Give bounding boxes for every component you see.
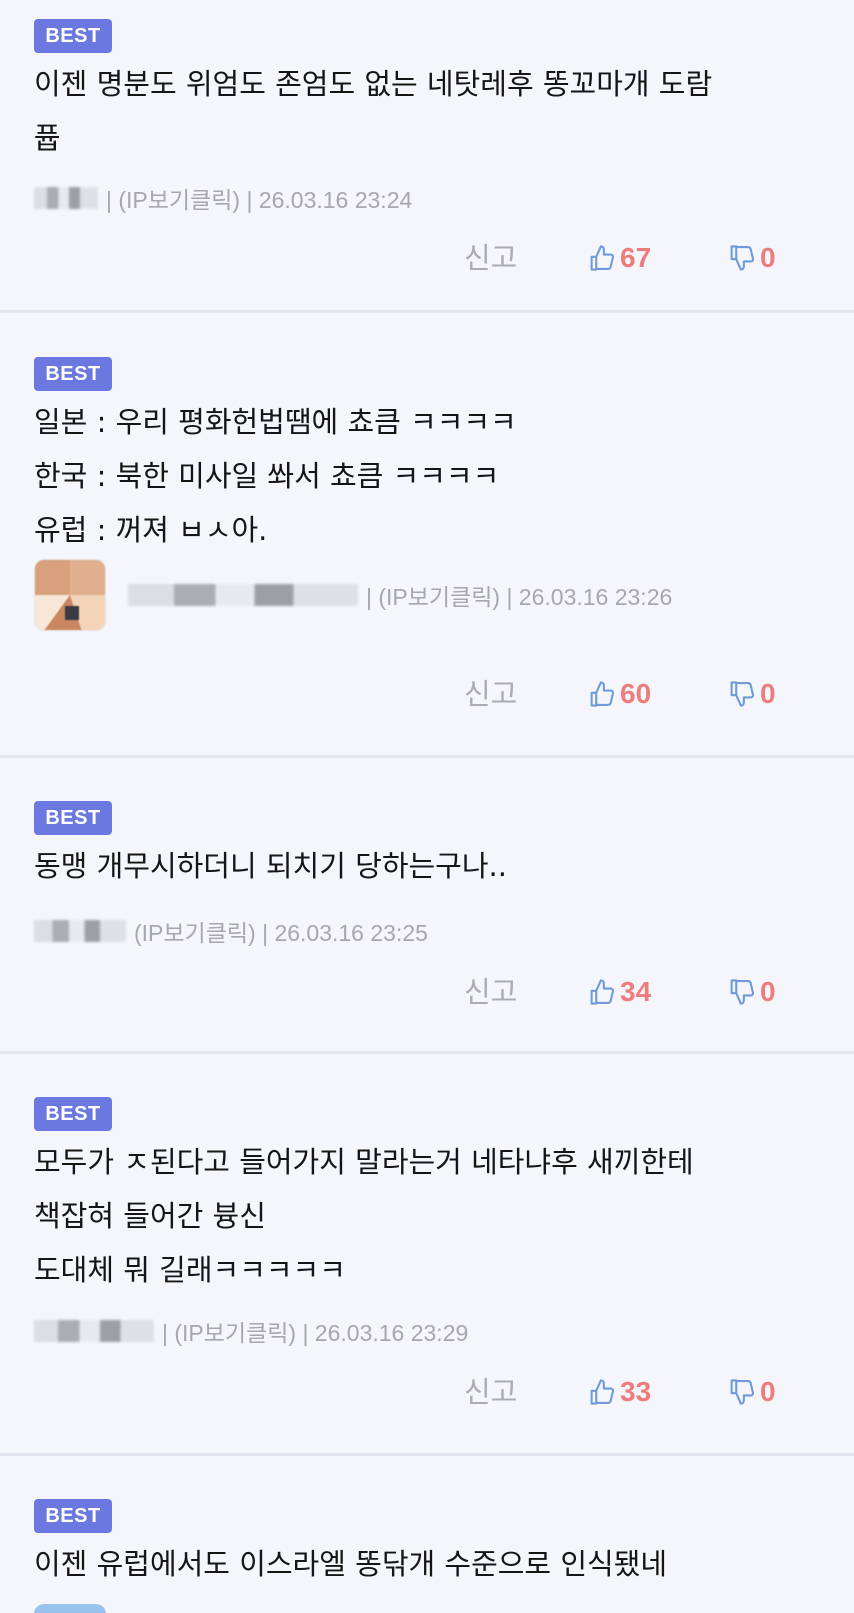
blurred-username xyxy=(34,920,126,942)
comment-meta xyxy=(34,1604,106,1613)
comment-meta: (IP보기클릭) | 26.03.16 23:25 xyxy=(34,911,428,951)
like-count: 33 xyxy=(620,1376,652,1407)
comment-meta-text[interactable]: (IP보기클릭) | 26.03.16 23:25 xyxy=(134,914,428,948)
like-count: 67 xyxy=(620,242,652,273)
thumbs-up-icon xyxy=(590,245,615,271)
user-avatar[interactable] xyxy=(34,1604,106,1613)
comment-actions: 신고 34 0 xyxy=(0,970,854,1014)
dislike-count: 0 xyxy=(760,242,776,273)
comment-meta-text[interactable]: | (IP보기클릭) | 26.03.16 23:24 xyxy=(106,181,412,215)
comment-item: BEST 이젠 명분도 위엄도 존엄도 없는 네탓레후 똥꼬마개 도람 퓹 | … xyxy=(0,0,854,313)
report-button[interactable]: 신고 xyxy=(464,672,517,716)
blurred-username xyxy=(34,1320,154,1342)
comment-item: BEST 이젠 유럽에서도 이스라엘 똥닦개 수준으로 인식됐네 xyxy=(0,1456,854,1613)
comment-list: BEST 이젠 명분도 위엄도 존엄도 없는 네탓레후 똥꼬마개 도람 퓹 | … xyxy=(0,0,854,1613)
thumbs-up-icon xyxy=(590,681,615,707)
like-count: 60 xyxy=(620,678,652,709)
best-badge: BEST xyxy=(34,19,112,53)
blurred-username xyxy=(128,584,358,606)
like-button[interactable]: 60 xyxy=(588,672,651,716)
comment-item: BEST 동맹 개무시하더니 되치기 당하는구나.. (IP보기클릭) | 26… xyxy=(0,758,854,1054)
report-button[interactable]: 신고 xyxy=(464,970,517,1014)
comment-meta: | (IP보기클릭) | 26.03.16 23:24 xyxy=(34,178,412,218)
dislike-button[interactable]: 0 xyxy=(728,672,776,716)
like-button[interactable]: 33 xyxy=(588,1370,651,1414)
comment-body: 이젠 명분도 위엄도 존엄도 없는 네탓레후 똥꼬마개 도람 퓹 xyxy=(34,67,713,155)
like-button[interactable]: 34 xyxy=(588,970,651,1014)
dislike-button[interactable]: 0 xyxy=(728,970,776,1014)
report-button[interactable]: 신고 xyxy=(464,1370,517,1414)
like-count: 34 xyxy=(620,976,652,1007)
thumbs-up-icon xyxy=(590,1379,615,1405)
thumbs-down-icon xyxy=(730,245,755,271)
best-badge: BEST xyxy=(34,357,112,391)
thumbs-down-icon xyxy=(730,979,755,1005)
best-badge: BEST xyxy=(34,801,112,835)
report-button[interactable]: 신고 xyxy=(464,236,517,280)
comment-meta-text[interactable]: | (IP보기클릭) | 26.03.16 23:26 xyxy=(366,578,672,612)
like-button[interactable]: 67 xyxy=(588,236,651,280)
thumbs-up-icon xyxy=(590,979,615,1005)
comment-body: 일본 : 우리 평화헌법땜에 쵸큼 ㅋㅋㅋㅋ 한국 : 북한 미사일 쏴서 쵸큼… xyxy=(34,405,517,547)
comment-meta: | (IP보기클릭) | 26.03.16 23:26 xyxy=(34,558,672,632)
dislike-button[interactable]: 0 xyxy=(728,236,776,280)
comment-actions: 신고 67 0 xyxy=(0,236,854,280)
thumbs-down-icon xyxy=(730,681,755,707)
best-badge: BEST xyxy=(34,1097,112,1131)
comment-actions: 신고 60 0 xyxy=(0,672,854,716)
thumbs-down-icon xyxy=(730,1379,755,1405)
comment-body: 이젠 유럽에서도 이스라엘 똥닦개 수준으로 인식됐네 xyxy=(34,1547,668,1581)
blurred-username xyxy=(34,187,98,209)
comment-item: BEST 모두가 ㅈ된다고 들어가지 말라는거 네타냐후 새끼한테 책잡혀 들어… xyxy=(0,1054,854,1456)
comment-meta-text[interactable]: | (IP보기클릭) | 26.03.16 23:29 xyxy=(162,1314,468,1348)
dislike-count: 0 xyxy=(760,976,776,1007)
comment-body: 모두가 ㅈ된다고 들어가지 말라는거 네타냐후 새끼한테 책잡혀 들어간 븅신 … xyxy=(34,1145,694,1287)
comment-item: BEST 일본 : 우리 평화헌법땜에 쵸큼 ㅋㅋㅋㅋ 한국 : 북한 미사일 … xyxy=(0,313,854,758)
comment-meta: | (IP보기클릭) | 26.03.16 23:29 xyxy=(34,1311,468,1351)
dislike-count: 0 xyxy=(760,1376,776,1407)
comment-body: 동맹 개무시하더니 되치기 당하는구나.. xyxy=(34,849,507,883)
best-badge: BEST xyxy=(34,1499,112,1533)
dislike-button[interactable]: 0 xyxy=(728,1370,776,1414)
comment-actions: 신고 33 0 xyxy=(0,1370,854,1414)
user-avatar[interactable] xyxy=(34,559,106,631)
dislike-count: 0 xyxy=(760,678,776,709)
